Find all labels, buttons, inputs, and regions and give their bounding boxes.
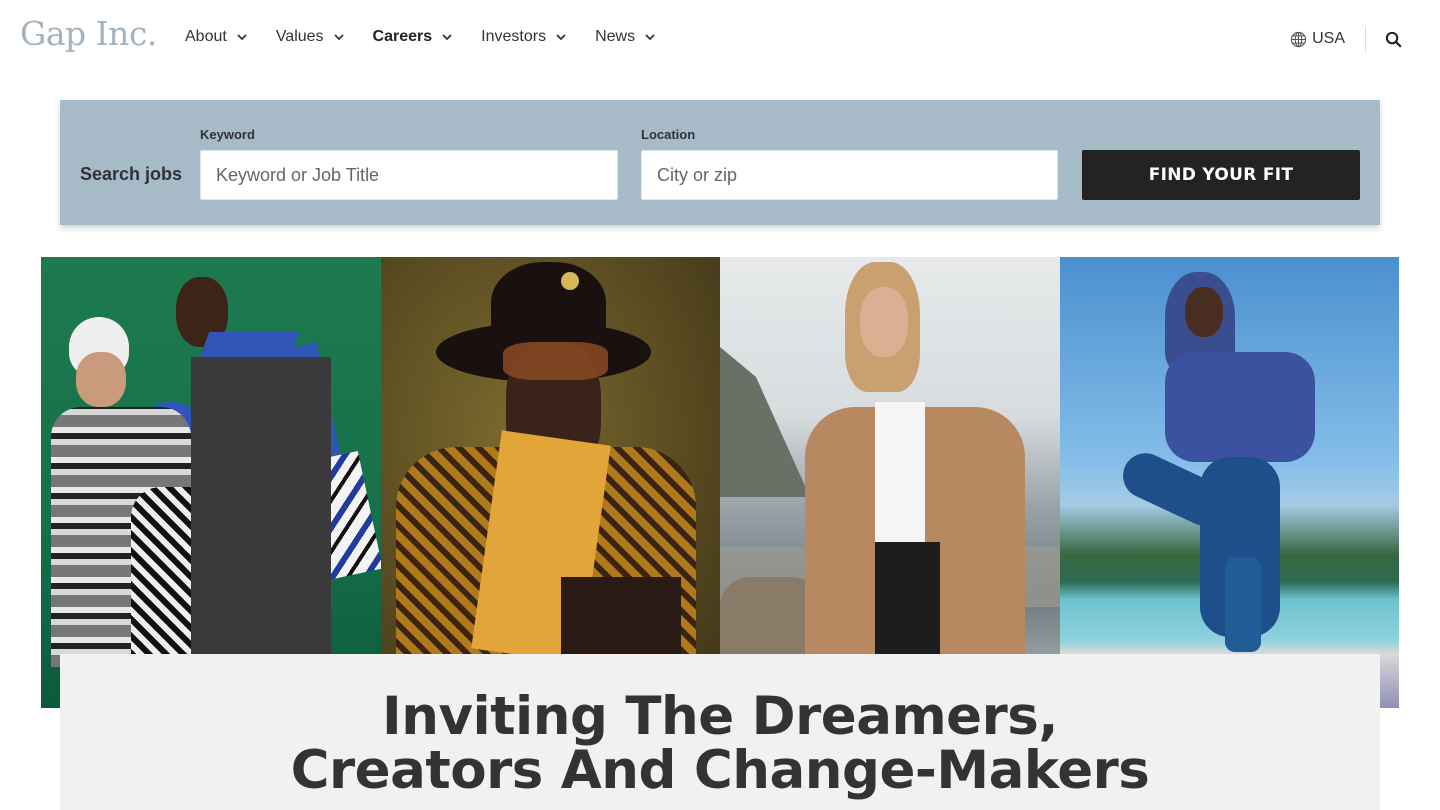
find-your-fit-button[interactable]: FIND YOUR FIT (1082, 150, 1360, 200)
chevron-down-icon (236, 31, 248, 43)
hero-image-family (41, 257, 381, 708)
nav-item-investors[interactable]: Investors (481, 26, 567, 48)
keyword-input[interactable] (200, 150, 618, 200)
utility-nav: USA (1290, 24, 1440, 54)
nav-item-careers[interactable]: Careers (373, 26, 454, 48)
globe-icon (1290, 31, 1307, 47)
chevron-down-icon (441, 31, 453, 43)
nav-item-label: Investors (481, 28, 547, 45)
headline-line-2: Creators And Change-Makers (290, 740, 1150, 801)
main-nav: About Values Careers Investors News (185, 26, 684, 48)
gap-inc-logo[interactable]: Gap Inc. (20, 14, 157, 53)
location-label: Location (641, 127, 696, 142)
divider (1365, 26, 1366, 52)
nav-item-about[interactable]: About (185, 26, 248, 48)
site-header: Gap Inc. About Values Careers Investors … (0, 0, 1440, 76)
headline-line-1: Inviting The Dreamers, (382, 686, 1058, 747)
search-button[interactable] (1383, 29, 1403, 49)
locale-selector[interactable]: USA (1290, 30, 1345, 48)
nav-item-news[interactable]: News (595, 26, 656, 48)
locale-label: USA (1312, 30, 1345, 47)
chevron-down-icon (333, 31, 345, 43)
keyword-label: Keyword (200, 127, 255, 142)
hero-image-strip (41, 257, 1399, 708)
location-input[interactable] (641, 150, 1058, 200)
search-icon (1385, 31, 1401, 47)
page-headline: Inviting The Dreamers, Creators And Chan… (60, 690, 1380, 798)
nav-item-label: News (595, 28, 636, 45)
chevron-down-icon (555, 31, 567, 43)
hero-image-yoga-pose (1059, 257, 1399, 708)
nav-item-label: About (185, 28, 227, 45)
nav-item-label: Careers (372, 28, 433, 45)
hero-image-woman-in-coat (720, 257, 1060, 708)
headline-card: Inviting The Dreamers, Creators And Chan… (60, 654, 1380, 810)
search-jobs-title: Search jobs (80, 164, 183, 184)
nav-item-values[interactable]: Values (276, 26, 345, 48)
chevron-down-icon (644, 31, 656, 43)
hero-image-man-in-hat (380, 257, 720, 708)
nav-item-label: Values (275, 28, 324, 45)
job-search-panel: Search jobs Keyword Location FIND YOUR F… (60, 100, 1380, 225)
